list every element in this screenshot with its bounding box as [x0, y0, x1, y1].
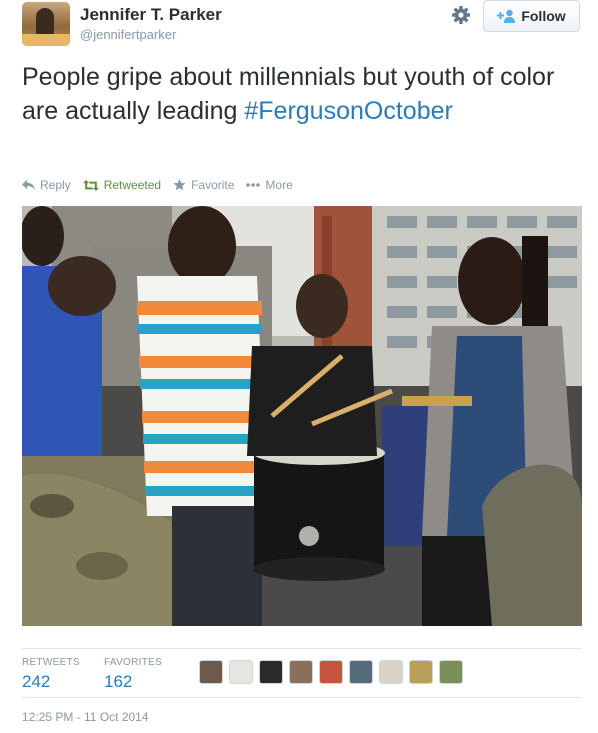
tweet-photo[interactable]	[22, 206, 582, 626]
ellipsis-icon	[246, 183, 261, 187]
gear-icon[interactable]	[451, 5, 471, 25]
favoriter-avatar[interactable]	[199, 660, 223, 684]
favoriter-avatars	[199, 660, 469, 684]
favorite-label: Favorite	[191, 178, 235, 192]
retweets-label: RETWEETS	[22, 657, 80, 668]
favoriter-avatar[interactable]	[289, 660, 313, 684]
favorites-count: 162	[104, 672, 133, 691]
more-label: More	[265, 178, 293, 192]
reply-action[interactable]: Reply	[22, 178, 71, 192]
follow-label: Follow	[521, 8, 566, 24]
favoriter-avatar[interactable]	[349, 660, 373, 684]
favorites-stat[interactable]: FAVORITES 162	[104, 657, 162, 692]
star-icon	[173, 179, 186, 191]
reply-icon	[22, 180, 35, 190]
favoriter-avatar[interactable]	[379, 660, 403, 684]
retweet-icon	[82, 179, 99, 191]
favoriter-avatar[interactable]	[229, 660, 253, 684]
author-avatar[interactable]	[22, 2, 70, 46]
tweet-stats: RETWEETS 242 FAVORITES 162	[22, 648, 582, 698]
tweet-actions: Reply Retweeted Favorite More	[22, 178, 305, 192]
favoriter-avatar[interactable]	[439, 660, 463, 684]
tweet-text: People gripe about millennials but youth…	[22, 60, 582, 128]
author-name[interactable]: Jennifer T. Parker	[80, 5, 222, 25]
avatar-light	[22, 34, 70, 46]
favoriter-avatar[interactable]	[409, 660, 433, 684]
reply-label: Reply	[40, 178, 71, 192]
protest-photo-illustration	[22, 206, 582, 626]
favoriter-avatar[interactable]	[259, 660, 283, 684]
favorites-label: FAVORITES	[104, 657, 163, 668]
retweet-action[interactable]: Retweeted	[82, 178, 162, 192]
add-user-icon	[497, 9, 516, 23]
favoriter-avatar[interactable]	[319, 660, 343, 684]
retweets-stat[interactable]: RETWEETS 242	[22, 657, 80, 692]
hashtag-link[interactable]: #FergusonOctober	[244, 97, 452, 125]
tweet-timestamp[interactable]: 12:25 PM - 11 Oct 2014	[22, 710, 149, 724]
author-handle[interactable]: @jennifertparker	[80, 27, 176, 42]
retweets-count: 242	[22, 672, 51, 691]
more-action[interactable]: More	[246, 178, 293, 192]
follow-button[interactable]: Follow	[483, 0, 580, 32]
favorite-action[interactable]: Favorite	[173, 178, 234, 192]
retweeted-label: Retweeted	[103, 178, 162, 192]
